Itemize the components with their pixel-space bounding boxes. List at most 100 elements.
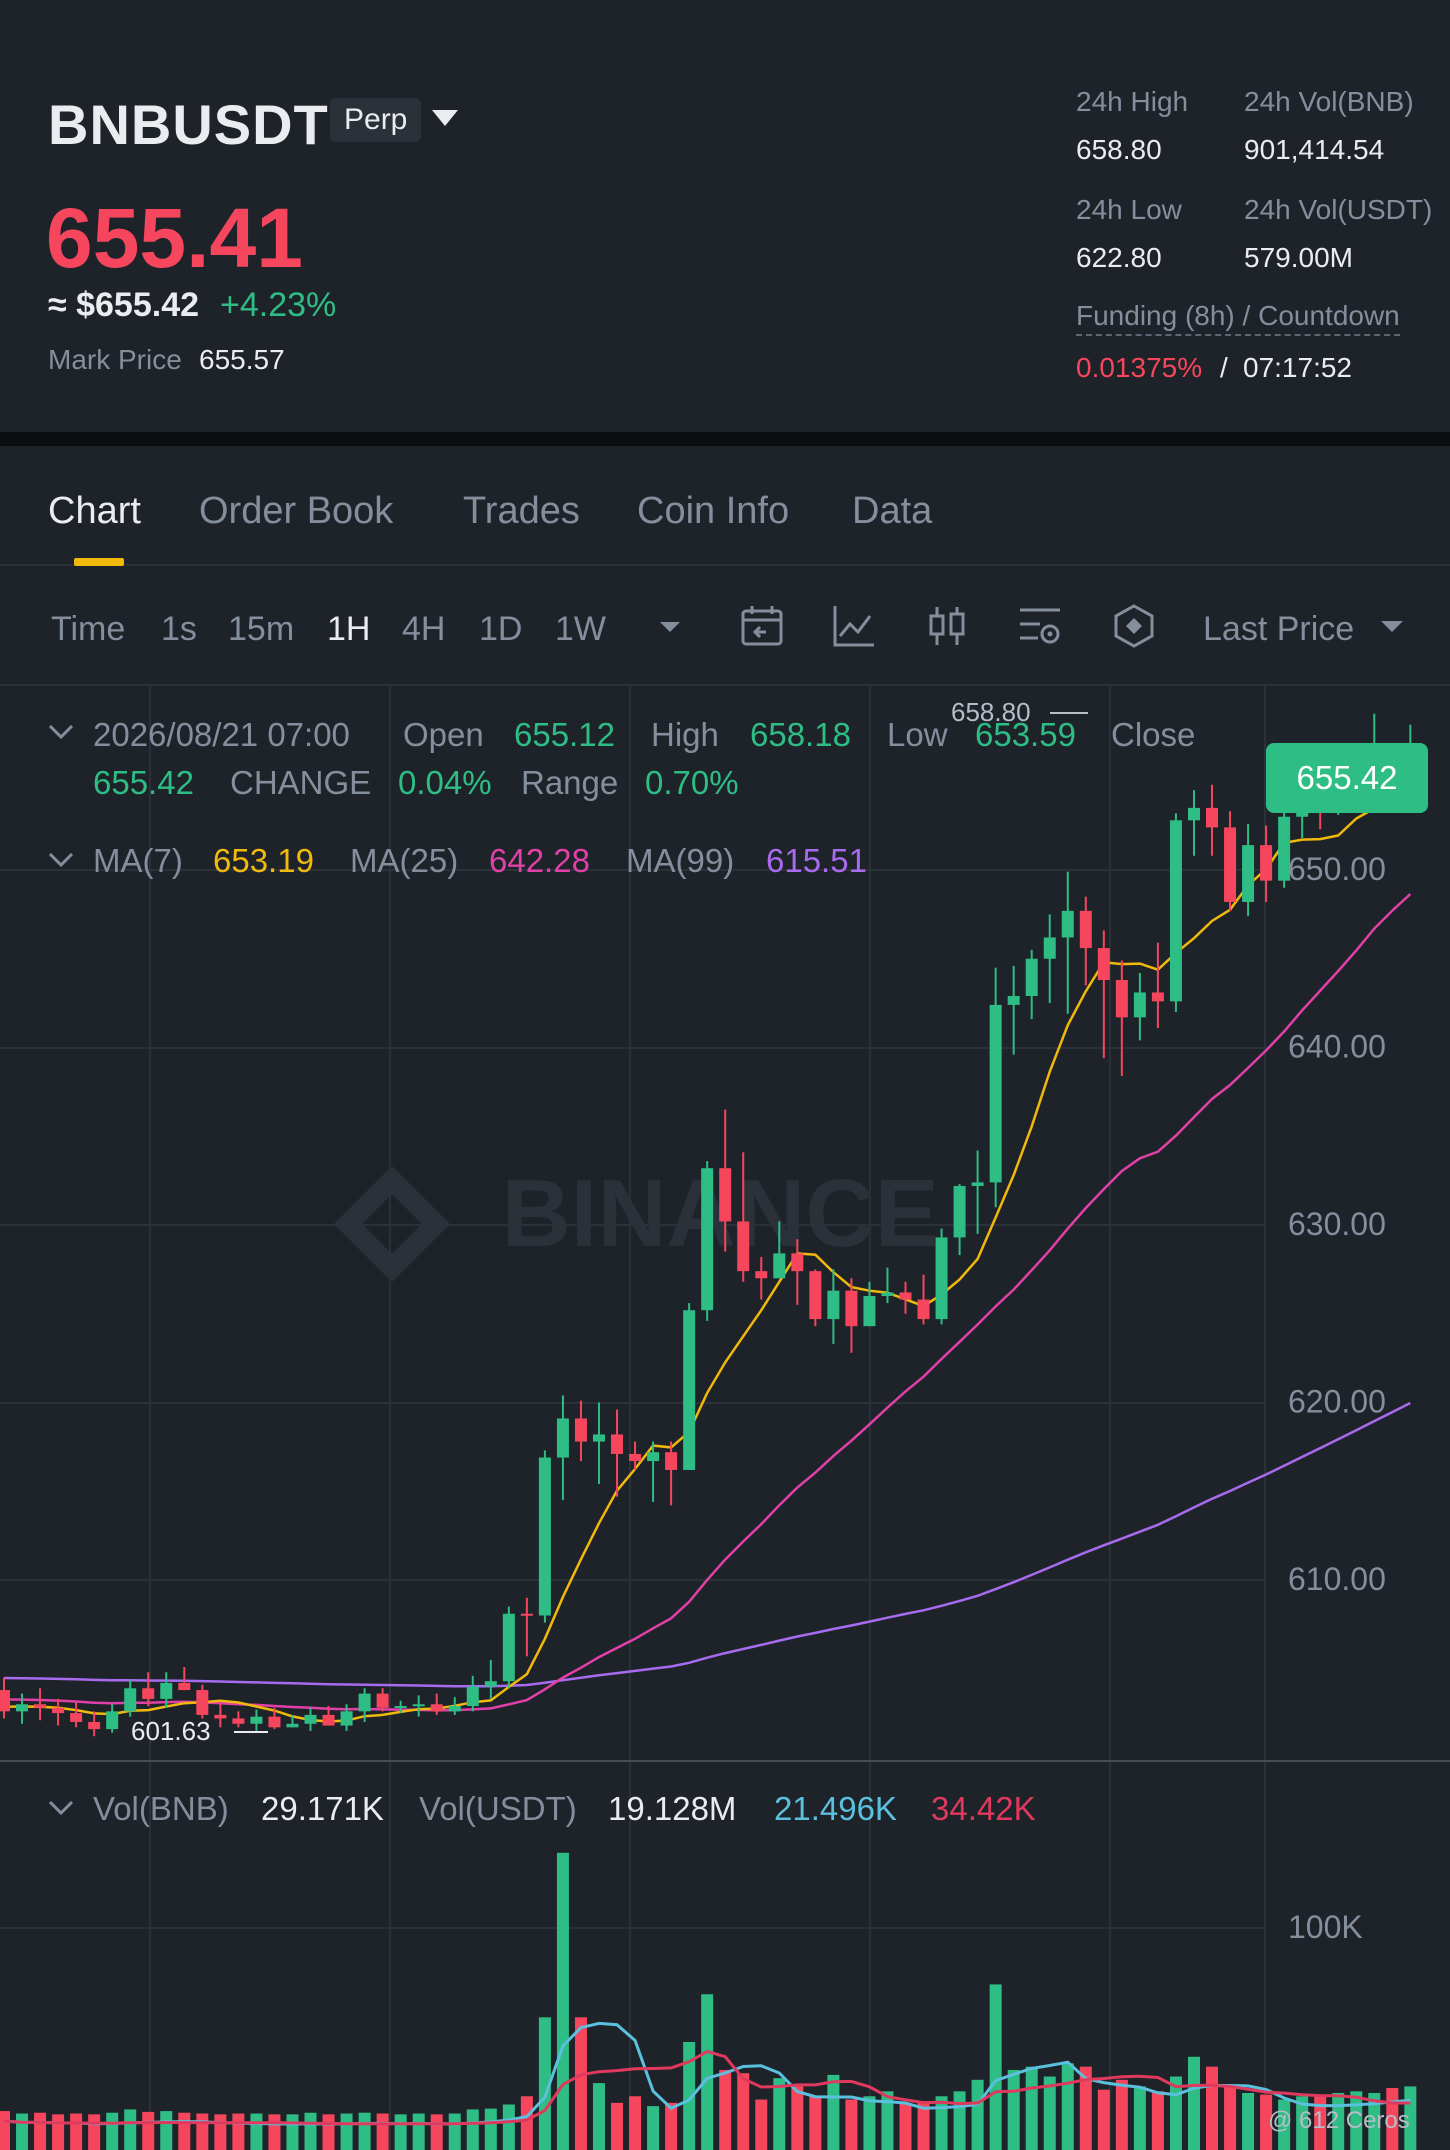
ma-line (3, 1401, 1411, 1688)
price-type-selector[interactable]: Last Price (1203, 610, 1354, 649)
volume-bar (1187, 2056, 1200, 2150)
candle-body (647, 1452, 660, 1462)
interval-1h[interactable]: 1H (327, 610, 370, 649)
candle-body (809, 1271, 822, 1320)
candle-body (556, 1418, 569, 1458)
candle-body (1133, 992, 1146, 1018)
volume-bar (412, 2113, 425, 2150)
volume-bar (178, 2112, 191, 2150)
ma99-value: 615.51 (766, 842, 867, 879)
low-label: Low (887, 716, 948, 753)
high-value: 658.18 (750, 716, 851, 753)
interval-1w[interactable]: 1W (555, 610, 606, 649)
volume-bar (106, 2112, 119, 2150)
volume-bar (376, 2113, 389, 2150)
volume-bar (520, 2096, 533, 2150)
tab-data[interactable]: Data (852, 490, 932, 533)
depth-icon[interactable] (1110, 602, 1158, 650)
candle-body (1079, 910, 1092, 949)
candle-body (1097, 948, 1110, 981)
candle-body (214, 1714, 227, 1719)
volume-bar (214, 2114, 227, 2150)
ma99-label: MA(99) (626, 842, 734, 879)
mark-price-label: Mark Price (48, 344, 182, 375)
calendar-icon[interactable] (738, 602, 786, 650)
ma7-value: 653.19 (213, 842, 314, 879)
candle-body (827, 1290, 840, 1320)
tab-order-book[interactable]: Order Book (199, 490, 393, 533)
volume-bar (16, 2113, 29, 2150)
volume-bar (430, 2114, 443, 2150)
volume-bar (160, 2111, 173, 2150)
footer-credit: @ 612 Ceros (1268, 2107, 1410, 2134)
min-marker: 601.63 (131, 1716, 268, 1746)
candle-body (484, 1681, 497, 1687)
candle-body (1115, 980, 1128, 1018)
interval-15m[interactable]: 15m (228, 610, 294, 649)
candle-style-icon[interactable] (923, 602, 971, 650)
funding-countdown: 07:17:52 (1243, 352, 1352, 383)
volume-collapse-chevron-icon[interactable] (48, 1800, 74, 1816)
low-24h-value: 622.80 (1076, 242, 1162, 273)
volume-bar (286, 2114, 299, 2150)
tab-coin-info[interactable]: Coin Info (637, 490, 789, 533)
symbol-name[interactable]: BNBUSDT (48, 92, 329, 157)
candle-body (538, 1457, 551, 1616)
vol-bnb-label: Vol(BNB) (93, 1790, 229, 1827)
candle-datetime: 2026/08/21 07:00 (93, 716, 350, 753)
candle-body (971, 1182, 984, 1186)
candle-body (70, 1713, 83, 1722)
volume-bar (358, 2112, 371, 2150)
indicator-icon[interactable] (830, 602, 878, 650)
settings-icon[interactable] (1016, 602, 1064, 650)
interval-1s[interactable]: 1s (161, 610, 197, 649)
volume-bar (1133, 2086, 1146, 2150)
volume-bar (971, 2079, 984, 2150)
interval-4h[interactable]: 4H (402, 610, 445, 649)
vol-ma5-value: 21.496K (774, 1790, 897, 1827)
active-tab-indicator (74, 558, 124, 566)
price-tick-label: 630.00 (1288, 1206, 1386, 1242)
ma-collapse-chevron-icon[interactable] (48, 852, 74, 868)
volume-bar (52, 2114, 65, 2150)
time-button[interactable]: Time (51, 610, 125, 649)
candle-body (196, 1690, 209, 1715)
candle-body (178, 1682, 191, 1691)
volume-bar (304, 2112, 317, 2150)
vol-ma10-value: 34.42K (931, 1790, 1036, 1827)
candle-body (953, 1185, 966, 1238)
candle-body (268, 1716, 281, 1728)
volume-bar (953, 2091, 966, 2150)
volume-bar (574, 2017, 587, 2150)
symbol-dropdown-icon[interactable] (432, 110, 458, 126)
candle-body (701, 1168, 714, 1311)
volume-bar (611, 2102, 624, 2150)
vol-usdt-24h-label: 24h Vol(USDT) (1244, 194, 1433, 225)
volume-tick-label: 100K (1288, 1909, 1363, 1945)
volume-bar (845, 2099, 858, 2150)
interval-1d[interactable]: 1D (479, 610, 522, 649)
range-label: Range (521, 764, 618, 801)
volume-bar (1097, 2089, 1110, 2150)
ticker-header: BNBUSDT Perp 655.41 ≈ $655.42 +4.23% Mar… (0, 0, 1450, 432)
candle-body (773, 1253, 786, 1279)
volume-bar (448, 2113, 461, 2150)
tab-trades[interactable]: Trades (463, 490, 580, 533)
vol-bnb-24h-label: 24h Vol(BNB) (1244, 86, 1414, 117)
chevron-down-icon[interactable] (646, 602, 694, 650)
candle-body (719, 1168, 732, 1222)
price-chart[interactable]: BINANCE 650.00640.00630.00620.00610.0010… (0, 686, 1450, 2150)
price-type-dropdown-icon[interactable] (1368, 602, 1416, 650)
collapse-chevron-icon[interactable] (48, 724, 74, 740)
volume-bar (466, 2109, 479, 2150)
candle-body (611, 1434, 624, 1454)
price-tick-label: 610.00 (1288, 1561, 1386, 1597)
funding-label[interactable]: Funding (8h) / Countdown (1076, 300, 1400, 336)
volume-bar (88, 2114, 101, 2150)
candle-body (665, 1452, 678, 1470)
tab-chart[interactable]: Chart (48, 490, 141, 533)
candle-body (502, 1613, 515, 1682)
volume-bar (70, 2113, 83, 2150)
volume-bar (665, 2102, 678, 2150)
change-value: 0.04% (398, 764, 492, 801)
